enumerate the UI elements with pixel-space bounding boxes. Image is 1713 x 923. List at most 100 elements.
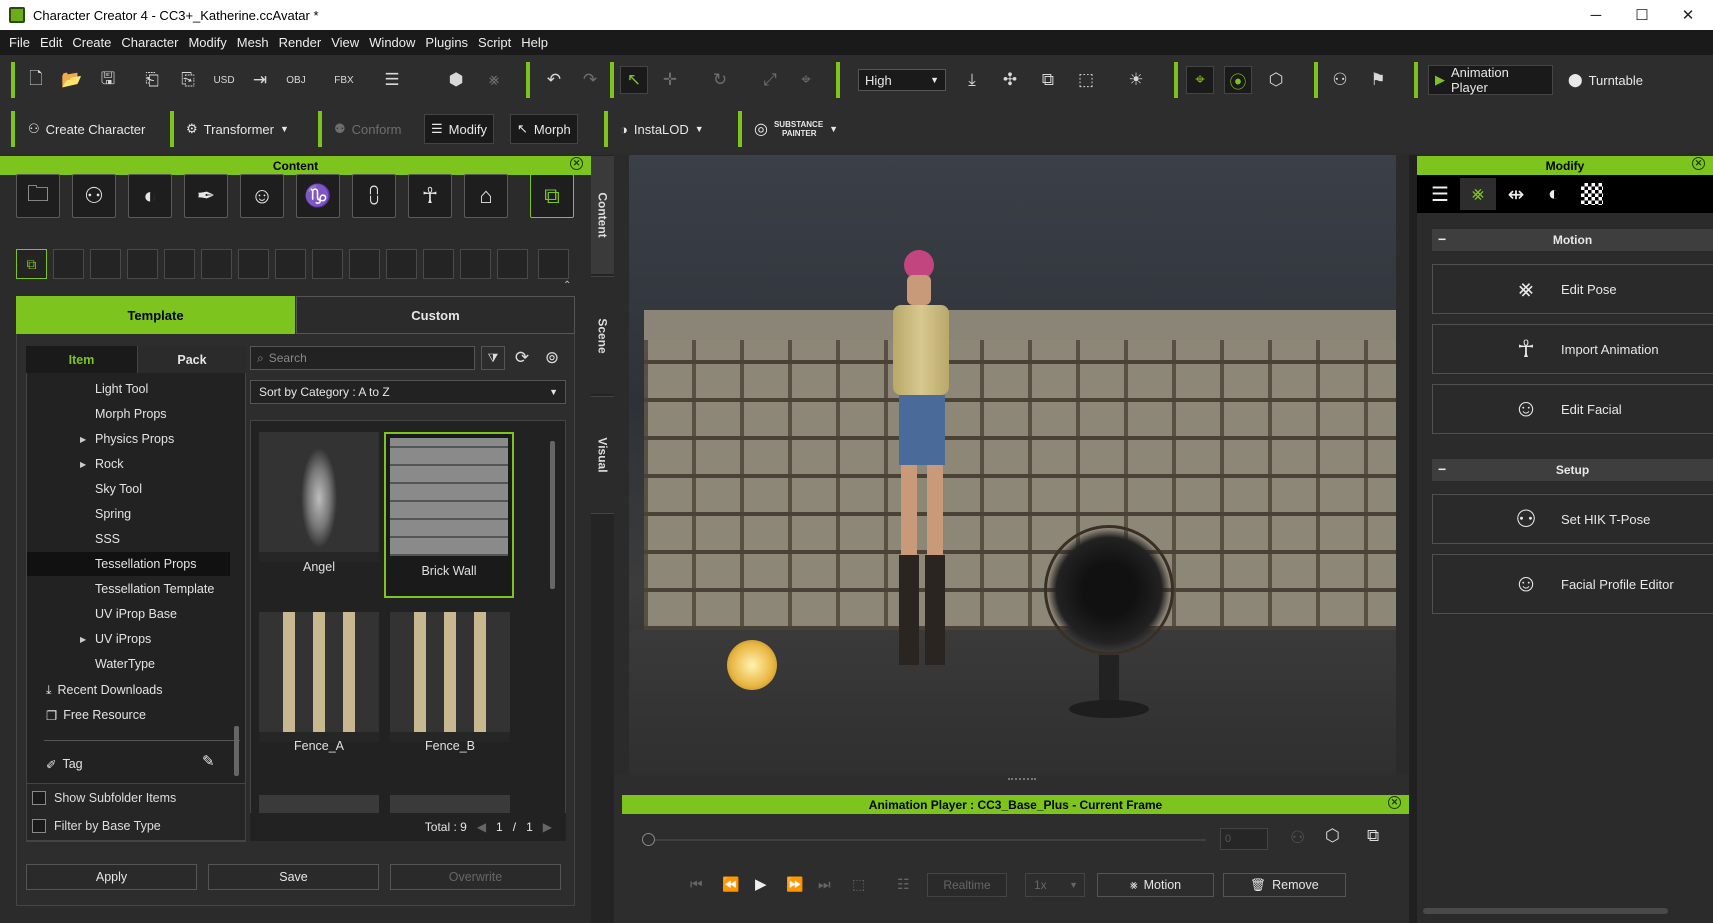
3d-viewport[interactable] xyxy=(629,155,1396,775)
flag-icon[interactable]: ⚑ xyxy=(1364,66,1392,94)
overwrite-button[interactable]: Overwrite xyxy=(390,864,561,890)
subcategory-slot[interactable] xyxy=(53,249,84,279)
gizmo-icon[interactable]: ⌖ xyxy=(1186,66,1214,94)
filter-base-checkbox[interactable] xyxy=(32,819,46,833)
material-category-button[interactable]: ◐ xyxy=(128,174,172,218)
expand-arrow-icon[interactable]: ▶ xyxy=(80,460,86,469)
import-icon[interactable]: ⎘ xyxy=(174,66,202,94)
save-icon[interactable]: 🖫 xyxy=(94,66,122,94)
transformer-button[interactable]: ⚙ Transformer ▼ xyxy=(180,114,295,144)
pivot-icon[interactable]: ⌖ xyxy=(792,66,820,94)
undo-icon[interactable]: ↶ xyxy=(540,66,568,94)
create-character-button[interactable]: ⚇ Create Character xyxy=(22,114,151,144)
tab-custom[interactable]: Custom xyxy=(296,296,575,334)
subcategory-slot[interactable] xyxy=(423,249,454,279)
options-menu-button[interactable]: ⊚ xyxy=(540,346,564,370)
subcategory-slot[interactable] xyxy=(497,249,528,279)
grid-scrollbar[interactable] xyxy=(550,441,555,589)
template-category-button[interactable]: ⧉ xyxy=(530,174,574,218)
conform-button[interactable]: ⚉ Conform xyxy=(328,114,408,144)
next-page-icon[interactable]: ▶ xyxy=(543,820,552,834)
subcategory-slot[interactable] xyxy=(386,249,417,279)
subcategory-slot[interactable] xyxy=(201,249,232,279)
free-resource-item[interactable]: ❐ Free Resource xyxy=(46,703,146,727)
show-subfolder-option[interactable]: Show Subfolder Items xyxy=(32,791,176,805)
subcategory-slot[interactable] xyxy=(538,249,569,279)
menu-modify[interactable]: Modify xyxy=(183,35,231,50)
close-icon[interactable]: ✕ xyxy=(1692,157,1705,170)
tab-template[interactable]: Template xyxy=(16,296,295,334)
loop-icon[interactable]: ⬚ xyxy=(852,876,865,893)
modify-scrollbar[interactable] xyxy=(1423,908,1668,914)
filter-button[interactable]: ⧩ xyxy=(481,346,505,370)
collapse-minus-icon[interactable]: − xyxy=(1438,231,1446,247)
filter-base-option[interactable]: Filter by Base Type xyxy=(32,819,161,833)
maximize-button[interactable]: ☐ xyxy=(1619,0,1665,30)
step-forward-icon[interactable]: ⏩ xyxy=(786,876,803,893)
stage-category-button[interactable]: ⌂ xyxy=(464,174,508,218)
fbx-icon[interactable]: FBX xyxy=(330,66,358,94)
subcategory-slot-active[interactable]: ⧉ xyxy=(16,249,47,279)
export-arrow-icon[interactable]: ⇥ xyxy=(246,66,274,94)
tree-item[interactable]: Light Tool xyxy=(27,377,230,401)
speed-select[interactable]: 1x ▼ xyxy=(1025,873,1085,897)
remove-button[interactable]: 🗑 Remove xyxy=(1223,873,1346,897)
tree-item[interactable]: Morph Props xyxy=(27,402,230,426)
realtime-button[interactable]: Realtime xyxy=(927,873,1007,897)
gizmo-alt-icon[interactable]: ⦿ xyxy=(1224,66,1252,94)
subtitle-icon[interactable]: ☷ xyxy=(897,876,910,893)
menu-character[interactable]: Character xyxy=(116,35,183,50)
camera-fit-icon[interactable]: ✣ xyxy=(996,66,1024,94)
quality-select[interactable]: High ▼ xyxy=(858,69,946,91)
collapse-icon[interactable]: ⌃ xyxy=(563,280,571,291)
tree-item[interactable]: Tessellation Template xyxy=(27,577,230,601)
substance-painter-button[interactable]: ◎ SUBSTANCE PAINTER ▼ xyxy=(748,114,844,144)
usd-icon[interactable]: USD xyxy=(210,66,238,94)
close-icon[interactable]: ✕ xyxy=(570,157,583,170)
subcategory-slot[interactable] xyxy=(90,249,121,279)
thumbnail-partial[interactable] xyxy=(390,795,510,813)
menu-view[interactable]: View xyxy=(326,35,364,50)
refresh-button[interactable]: ⟳ xyxy=(510,346,534,370)
cubes-icon[interactable]: ⬡ xyxy=(1325,826,1340,846)
frame-input[interactable]: 0 xyxy=(1220,828,1268,850)
menu-render[interactable]: Render xyxy=(274,35,327,50)
tree-item[interactable]: UV iProp Base xyxy=(27,602,230,626)
makeup-category-button[interactable]: ✒ xyxy=(184,174,228,218)
tree-item[interactable]: ▶ Physics Props xyxy=(27,427,230,451)
rotate-icon[interactable]: ↻ xyxy=(706,66,734,94)
skip-end-icon[interactable]: ⏭ xyxy=(818,876,831,893)
side-tab-visual[interactable]: Visual xyxy=(591,396,614,514)
window-icon[interactable]: ⧉ xyxy=(1367,826,1379,846)
thumbnail-angel[interactable]: Angel xyxy=(259,432,379,574)
scale-tab[interactable]: ⇹ xyxy=(1498,178,1534,210)
menu-file[interactable]: File xyxy=(4,35,35,50)
thumbnail-fence-b[interactable]: Fence_B xyxy=(390,612,510,753)
tree-item[interactable]: Sky Tool xyxy=(27,477,230,501)
import-animation-button[interactable]: ☥ Import Animation xyxy=(1432,324,1713,374)
tree-item[interactable]: WaterType xyxy=(27,652,230,676)
menu-edit[interactable]: Edit xyxy=(35,35,67,50)
apply-button[interactable]: Apply xyxy=(26,864,197,890)
subcategory-slot[interactable] xyxy=(164,249,195,279)
select-icon[interactable]: ↖ xyxy=(620,66,648,94)
thumbnail-fence-a[interactable]: Fence_A xyxy=(259,612,379,753)
animation-player-button[interactable]: ▶ Animation Player xyxy=(1428,65,1553,95)
search-box[interactable]: ⌕ Search xyxy=(250,346,475,370)
tree-item[interactable]: SSS xyxy=(27,527,230,551)
material-tab[interactable]: ◐ xyxy=(1536,178,1572,210)
texture-tab[interactable] xyxy=(1574,178,1610,210)
layers-icon[interactable]: ☰ xyxy=(378,66,406,94)
show-subfolder-checkbox[interactable] xyxy=(32,791,46,805)
subcategory-slot[interactable] xyxy=(349,249,380,279)
hair-category-button[interactable]: ☺ xyxy=(240,174,284,218)
set-hik-tpose-button[interactable]: ⚇ Set HIK T-Pose xyxy=(1432,494,1713,544)
subcategory-slot[interactable] xyxy=(312,249,343,279)
subcategory-slot[interactable] xyxy=(127,249,158,279)
avatar-icon[interactable]: ⬢ xyxy=(442,66,470,94)
subtab-pack[interactable]: Pack xyxy=(137,346,246,373)
cubes-icon[interactable]: ⬡ xyxy=(1262,66,1290,94)
tree-item[interactable]: ▶ UV iProps xyxy=(27,627,230,651)
skip-start-icon[interactable]: ⏮ xyxy=(690,876,703,893)
camera-zoom-icon[interactable]: ⬚ xyxy=(1072,66,1100,94)
